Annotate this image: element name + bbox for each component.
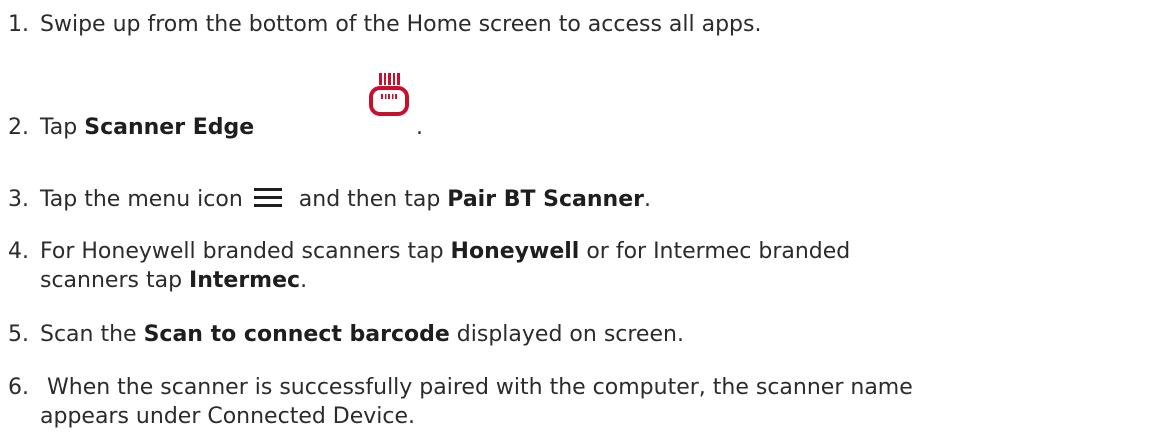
step-number: 3.: [8, 187, 29, 212]
step-2: 2. Tap Scanner Edge: [8, 113, 254, 142]
step-text-mid: and then tap: [291, 187, 448, 212]
step-1: 1. Swipe up from the bottom of the Home s…: [8, 10, 761, 39]
step-4-line-2: scanners tap Intermec.: [40, 266, 307, 295]
barcode-name: Scan to connect barcode: [143, 322, 450, 347]
hamburger-menu-icon: [253, 188, 282, 207]
step-5: 5. Scan the Scan to connect barcode displ…: [8, 320, 684, 349]
menu-item-name: Pair BT Scanner: [447, 187, 644, 212]
step-text-post: .: [300, 268, 308, 293]
step-text: appears under Connected Device.: [40, 404, 416, 429]
brand-option: Honeywell: [450, 239, 580, 264]
step-number: 1.: [8, 12, 29, 37]
step-text-post: displayed on screen.: [449, 322, 684, 347]
step-text-pre: For Honeywell branded scanners tap: [40, 239, 451, 264]
step-number: 4.: [8, 239, 29, 264]
step-text-post: .: [643, 187, 651, 212]
scanner-edge-app-icon: [369, 73, 409, 116]
step-text-pre: Scan the: [40, 322, 144, 347]
step-text-mid: or for Intermec branded: [579, 239, 851, 264]
brand-option: Intermec: [189, 268, 301, 293]
step-number: 6.: [8, 375, 29, 400]
step-text: Swipe up from the bottom of the Home scr…: [40, 12, 762, 37]
step-4: 4. For Honeywell branded scanners tap Hon…: [8, 237, 850, 266]
step-6: 6. When the scanner is successfully pair…: [8, 373, 913, 402]
step-text-pre: Tap the menu icon: [40, 187, 250, 212]
app-name: Scanner Edge: [84, 115, 255, 140]
step-3: 3. Tap the menu icon and then tap Pair BT…: [8, 185, 651, 214]
step-number: 5.: [8, 322, 29, 347]
step-text: When the scanner is successfully paired …: [40, 375, 913, 400]
step-2-period: .: [416, 115, 423, 140]
step-text-pre: scanners tap: [40, 268, 190, 293]
step-6-line-2: appears under Connected Device.: [40, 402, 415, 431]
step-number: 2.: [8, 115, 29, 140]
step-text-pre: Tap: [40, 115, 85, 140]
